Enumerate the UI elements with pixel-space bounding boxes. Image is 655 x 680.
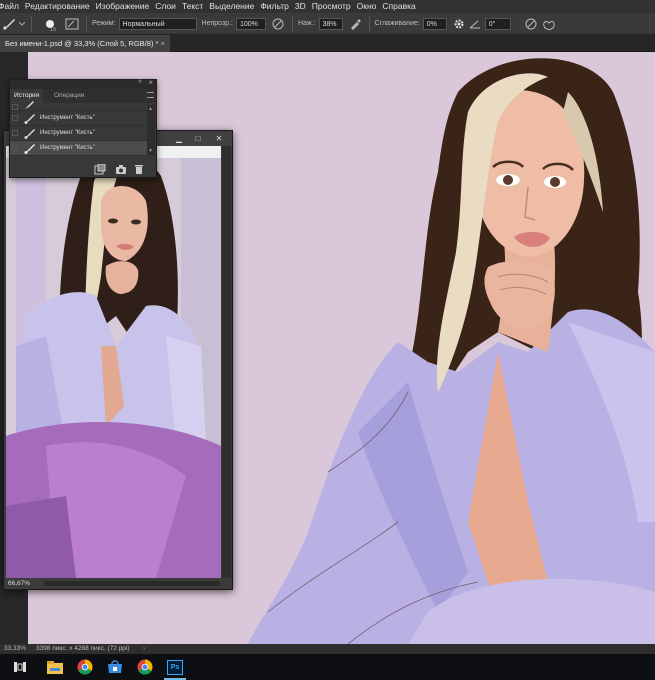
chrome-icon[interactable] xyxy=(130,654,160,680)
history-item[interactable]: Инструмент "Кисть" xyxy=(10,126,148,141)
maximize-button[interactable]: □ xyxy=(189,131,207,146)
history-panel: « × История Операции Инструмент "Кисть" … xyxy=(9,78,157,178)
divider xyxy=(368,15,370,32)
chrome-icon[interactable] xyxy=(70,654,100,680)
document-dimensions: 3398 пикс. x 4288 пикс. (72 ppi) xyxy=(36,645,130,652)
brush-tool-icon[interactable] xyxy=(0,15,18,33)
mode-select[interactable]: Нормальный xyxy=(118,17,197,30)
history-scrollbar[interactable]: ▲ ▼ xyxy=(147,105,155,155)
history-item-label: Инструмент "Кисть" xyxy=(40,145,95,151)
history-item-label: Инструмент "Кисть" xyxy=(40,130,95,136)
panel-menu-icon[interactable] xyxy=(147,92,154,98)
menu-select[interactable]: Выделение xyxy=(206,0,257,13)
menu-filter[interactable]: Фильтр xyxy=(257,0,292,13)
smoothing-label: Сглаживание: xyxy=(374,20,420,27)
scroll-up-icon[interactable]: ▲ xyxy=(148,106,153,112)
reference-photo xyxy=(6,146,221,578)
opacity-input[interactable]: 100% xyxy=(235,17,266,30)
menu-view[interactable]: Просмотр xyxy=(309,0,354,13)
tab-actions[interactable]: Операции xyxy=(50,89,88,103)
history-footer xyxy=(10,159,156,177)
document-tab-bar: Без имени-1.psd @ 33,3% (Слой 5, RGB/8) … xyxy=(0,35,655,52)
airbrush-icon[interactable] xyxy=(346,15,364,33)
task-view-icon[interactable] xyxy=(0,654,40,680)
menu-bar: Файл Редактирование Изображение Слои Тек… xyxy=(0,0,655,13)
pressure-size-icon[interactable] xyxy=(522,15,540,33)
brush-size-value: 15 xyxy=(50,27,57,33)
close-icon[interactable]: × xyxy=(161,35,165,52)
menu-help[interactable]: Справка xyxy=(379,0,418,13)
close-button[interactable]: ✕ xyxy=(210,131,228,146)
reference-image-window[interactable]: ▁ □ ✕ 66,67% xyxy=(3,130,233,590)
menu-layers[interactable]: Слои xyxy=(152,0,179,13)
photoshop-label: Ps xyxy=(167,659,183,675)
reference-zoom-level: 66,67% xyxy=(8,580,31,587)
options-bar: 15 Режим: Нормальный Непрозр.: 100% Наж.… xyxy=(0,13,655,35)
history-checkbox[interactable] xyxy=(12,104,18,110)
horizontal-scrollbar[interactable] xyxy=(44,581,220,586)
pressure-input[interactable]: 38% xyxy=(318,17,343,30)
zoom-level[interactable]: 33,33% xyxy=(4,644,26,654)
status-bar: 33,33% 3398 пикс. x 4288 пикс. (72 ppi) … xyxy=(0,644,655,654)
collapse-icon[interactable]: « xyxy=(138,78,142,85)
symmetry-icon[interactable] xyxy=(540,15,558,33)
minimize-button[interactable]: ▁ xyxy=(170,131,188,146)
divider xyxy=(291,15,293,32)
menu-edit[interactable]: Редактирование xyxy=(22,0,93,13)
trash-icon[interactable] xyxy=(134,162,144,180)
status-menu-arrow-icon[interactable]: › xyxy=(143,644,145,654)
close-icon[interactable]: × xyxy=(148,78,153,87)
menu-image[interactable]: Изображение xyxy=(93,0,153,13)
document-tab-title: Без имени-1.psd @ 33,3% (Слой 5, RGB/8) … xyxy=(5,39,159,48)
menu-3d[interactable]: 3D xyxy=(292,0,309,13)
smoothing-input[interactable]: 0% xyxy=(422,17,447,30)
history-item-label: Инструмент "Кисть" xyxy=(40,115,95,121)
document-tab[interactable]: Без имени-1.psd @ 33,3% (Слой 5, RGB/8) … xyxy=(0,35,170,52)
menu-type[interactable]: Текст xyxy=(179,0,206,13)
gear-icon[interactable] xyxy=(450,15,468,33)
history-item-partial[interactable] xyxy=(10,101,148,111)
history-checkbox[interactable] xyxy=(12,130,18,136)
divider xyxy=(31,15,32,32)
store-icon[interactable] xyxy=(100,654,130,680)
angle-input[interactable]: 0° xyxy=(484,17,511,30)
pressure-label: Наж.: xyxy=(297,20,316,27)
history-item-selected[interactable]: Инструмент "Кисть" xyxy=(10,141,148,156)
menu-window[interactable]: Окно xyxy=(354,0,380,13)
new-document-from-state-icon[interactable] xyxy=(94,162,106,180)
menu-file[interactable]: Файл xyxy=(0,0,22,13)
history-item[interactable]: Инструмент "Кисть" xyxy=(10,111,148,126)
scroll-down-icon[interactable]: ▼ xyxy=(148,148,153,154)
chevron-down-icon[interactable] xyxy=(18,15,26,33)
history-checkbox[interactable] xyxy=(12,145,18,151)
vertical-scrollbar[interactable] xyxy=(222,146,231,578)
mode-label: Режим: xyxy=(92,20,116,27)
taskbar: Ps xyxy=(0,654,655,680)
photoshop-icon[interactable]: Ps xyxy=(160,654,190,680)
opacity-label: Непрозр.: xyxy=(201,20,233,27)
file-explorer-icon[interactable] xyxy=(40,654,70,680)
camera-icon[interactable] xyxy=(115,162,127,180)
panel-header[interactable]: « × xyxy=(10,78,156,89)
divider xyxy=(86,15,87,32)
history-checkbox[interactable] xyxy=(12,115,18,121)
pressure-opacity-icon[interactable] xyxy=(269,15,287,33)
angle-icon xyxy=(468,15,482,33)
brush-panel-icon[interactable] xyxy=(63,15,81,33)
